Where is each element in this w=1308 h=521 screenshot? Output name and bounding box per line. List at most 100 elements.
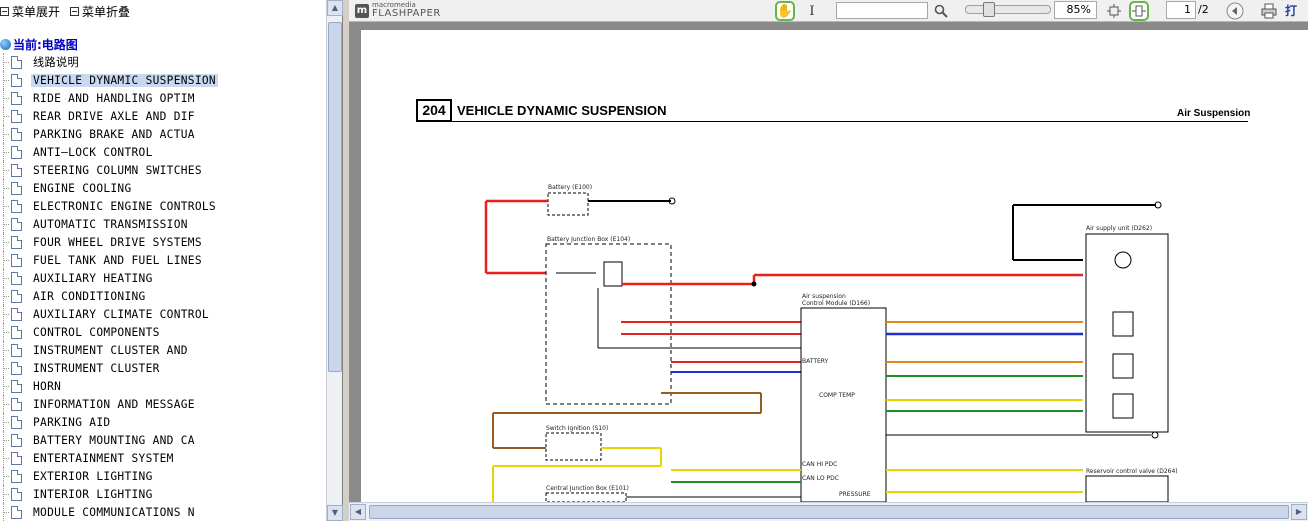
tree-item-label: REAR DRIVE AXLE AND DIF — [33, 109, 195, 123]
tree-item[interactable]: AUXILIARY HEATING — [0, 269, 325, 287]
print-button[interactable] — [1259, 1, 1279, 21]
scroll-left-icon[interactable]: ◀ — [350, 504, 366, 520]
battery-label: Battery (E100) — [548, 184, 592, 191]
horizontal-scroll-thumb[interactable] — [369, 505, 1289, 519]
page-number-field[interactable]: 1 — [1166, 1, 1196, 19]
scroll-right-icon[interactable]: ▶ — [1291, 504, 1307, 520]
zoom-slider[interactable] — [965, 2, 1051, 17]
document-icon — [11, 289, 22, 303]
document-icon — [11, 487, 22, 501]
tree-item-label: PARKING AID — [33, 415, 111, 429]
search-icon — [934, 4, 948, 18]
tree-item-label: STEERING COLUMN SWITCHES — [33, 163, 202, 177]
fit-width-button[interactable] — [1129, 1, 1149, 21]
document-viewer: m macromedia FLASHPAPER ✋ I 85% 1 /2 打 2… — [349, 0, 1308, 521]
expand-menu-button[interactable]: 菜单展开 — [0, 3, 60, 20]
document-icon — [11, 433, 22, 447]
tree-item[interactable]: FUEL TANK AND FUEL LINES — [0, 251, 325, 269]
find-input[interactable] — [836, 2, 928, 19]
document-icon — [11, 199, 22, 213]
tree-item[interactable]: AIR CONDITIONING — [0, 287, 325, 305]
tree-item[interactable]: ENGINE COOLING — [0, 179, 325, 197]
scroll-thumb[interactable] — [328, 22, 342, 372]
document-icon — [11, 217, 22, 231]
tree-item[interactable]: PARKING AID — [0, 413, 325, 431]
tree-connector — [3, 476, 9, 477]
tree-item[interactable]: INSTRUMENT CLUSTER AND — [0, 341, 325, 359]
zoom-slider-knob[interactable] — [983, 2, 995, 17]
tree-connector — [3, 296, 9, 297]
tree-vertical-scrollbar[interactable]: ▲ ▼ — [326, 0, 343, 521]
document-icon — [11, 73, 22, 87]
cjb-label: Central Junction Box (E101) — [546, 485, 629, 492]
tree-item[interactable]: ENTERTAINMENT SYSTEM — [0, 449, 325, 467]
document-icon — [11, 379, 22, 393]
tree-item[interactable]: STEERING COLUMN SWITCHES — [0, 161, 325, 179]
scroll-down-icon[interactable]: ▼ — [327, 505, 343, 521]
collapse-menu-label: 菜单折叠 — [82, 4, 131, 19]
tree-connector — [3, 440, 9, 441]
tree-root[interactable]: 当前:电路图 — [0, 35, 325, 53]
tree-connector — [3, 134, 9, 135]
zoom-field[interactable]: 85% — [1054, 1, 1097, 19]
document-icon — [11, 307, 22, 321]
tree-item[interactable]: PARKING BRAKE AND ACTUA — [0, 125, 325, 143]
tree-item-label: AUXILIARY HEATING — [33, 271, 153, 285]
asm-battery-pin: BATTERY — [802, 358, 829, 365]
pressure-label: PRESSURE — [839, 491, 871, 498]
globe-icon — [0, 38, 11, 50]
document-icon — [11, 163, 22, 177]
tree-item-label: VEHICLE DYNAMIC SUSPENSION — [31, 73, 218, 87]
search-button[interactable] — [931, 1, 951, 21]
previous-page-button[interactable] — [1225, 1, 1245, 21]
asm-can-lo: CAN LO PDC — [802, 475, 839, 482]
tree-item-label: BATTERY MOUNTING AND CA — [33, 433, 195, 447]
tree-item[interactable]: REAR DRIVE AXLE AND DIF — [0, 107, 325, 125]
collapse-menu-button[interactable]: 菜单折叠 — [70, 3, 130, 20]
tree-item[interactable]: ELECTRONIC ENGINE CONTROLS — [0, 197, 325, 215]
tree-item-label: INSTRUMENT CLUSTER AND — [33, 343, 188, 357]
fit-page-button[interactable] — [1104, 1, 1124, 21]
tree-item[interactable]: MODULE COMMUNICATIONS N — [0, 503, 325, 521]
tree-item[interactable]: INTERIOR LIGHTING — [0, 485, 325, 503]
tree-item-label: FUEL TANK AND FUEL LINES — [33, 253, 202, 267]
comp-temp-label: COMP TEMP — [819, 392, 855, 399]
tree-connector — [3, 62, 9, 63]
text-select-button[interactable]: I — [802, 1, 822, 21]
document-icon — [11, 397, 22, 411]
document-icon — [11, 91, 22, 105]
tree-item[interactable]: VEHICLE DYNAMIC SUSPENSION — [0, 71, 325, 89]
tree-item[interactable]: HORN — [0, 377, 325, 395]
tree-item[interactable]: CONTROL COMPONENTS — [0, 323, 325, 341]
tree-item[interactable]: AUTOMATIC TRANSMISSION — [0, 215, 325, 233]
document-icon — [11, 235, 22, 249]
tree-item[interactable]: INFORMATION AND MESSAGE — [0, 395, 325, 413]
tree-item-label: RIDE AND HANDLING OPTIM — [33, 91, 195, 105]
tree-item[interactable]: INSTRUMENT CLUSTER — [0, 359, 325, 377]
asm-can-hi: CAN HI PDC — [802, 461, 837, 468]
tree-item[interactable]: RIDE AND HANDLING OPTIM — [0, 89, 325, 107]
document-area[interactable]: 204 VEHICLE DYNAMIC SUSPENSION Air Suspe… — [349, 22, 1308, 502]
tree-item-label: MODULE COMMUNICATIONS N — [33, 505, 195, 519]
hand-tool-button[interactable]: ✋ — [775, 1, 795, 21]
tree-item-label: ENTERTAINMENT SYSTEM — [33, 451, 174, 465]
tree-connector — [3, 368, 9, 369]
tree-item[interactable]: EXTERIOR LIGHTING — [0, 467, 325, 485]
scroll-up-icon[interactable]: ▲ — [327, 0, 343, 16]
tree-item[interactable]: FOUR WHEEL DRIVE SYSTEMS — [0, 233, 325, 251]
tree-item-label: HORN — [33, 379, 62, 393]
document-horizontal-scrollbar[interactable]: ◀ ▶ — [349, 502, 1308, 521]
viewer-toolbar: m macromedia FLASHPAPER ✋ I 85% 1 /2 打 — [349, 0, 1308, 35]
logo-bottom-text: FLASHPAPER — [372, 8, 441, 19]
tree-connector — [3, 188, 9, 189]
previous-page-icon — [1226, 2, 1244, 20]
document-icon — [11, 415, 22, 429]
tree-connector — [3, 512, 9, 513]
tree-item[interactable]: ANTI—LOCK CONTROL — [0, 143, 325, 161]
tree-item[interactable]: 线路说明 — [0, 53, 325, 71]
tree-item[interactable]: AUXILIARY CLIMATE CONTROL — [0, 305, 325, 323]
document-icon — [11, 109, 22, 123]
document-icon — [11, 451, 22, 465]
tree-item[interactable]: BATTERY MOUNTING AND CA — [0, 431, 325, 449]
reservoir-label: Reservoir control valve (D264) — [1086, 468, 1178, 475]
